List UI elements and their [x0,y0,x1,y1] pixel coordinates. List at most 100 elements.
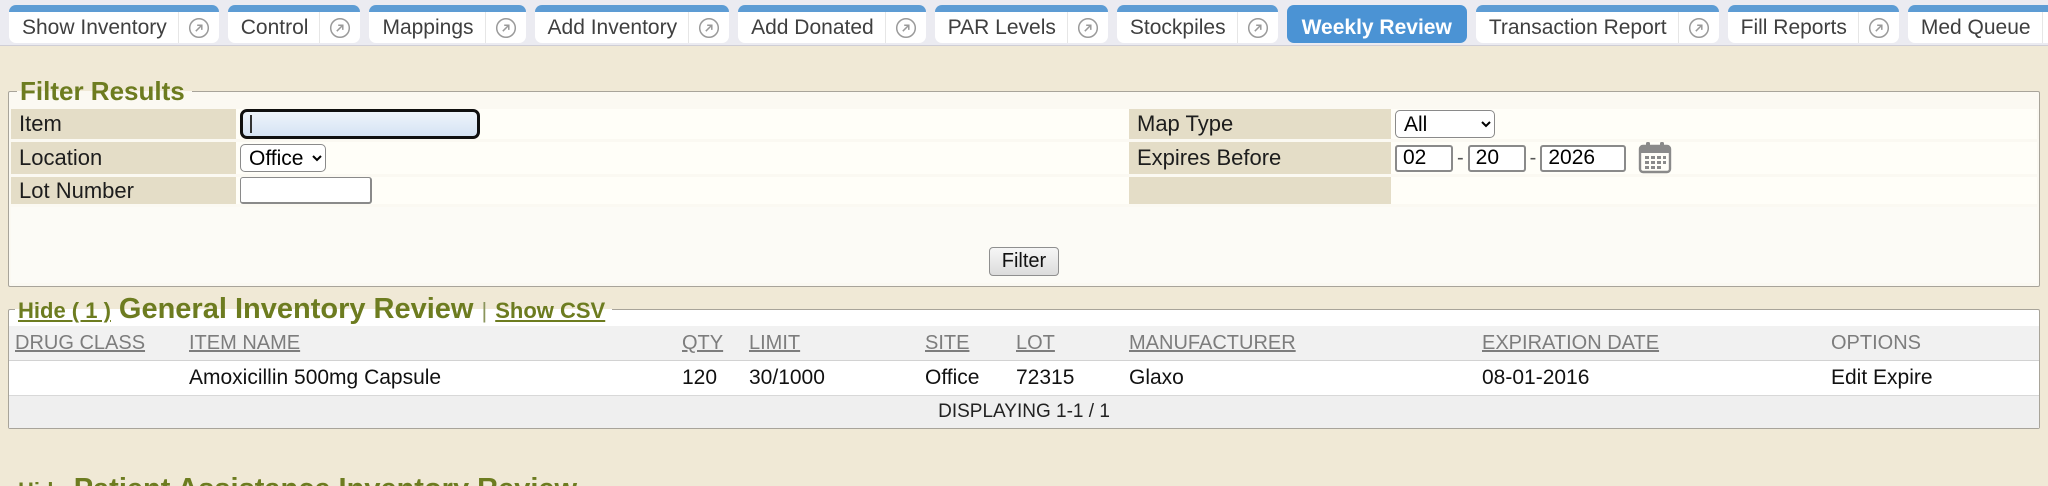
tab-top-bar [1117,5,1278,12]
general-review-title: General Inventory Review [119,293,474,326]
tab-add-inventory[interactable]: Add Inventory [535,5,730,43]
column-header-lot[interactable]: LOT [1016,332,1055,354]
filter-button[interactable]: Filter [989,247,1059,276]
external-link-icon[interactable] [885,12,926,43]
filter-row-item: Item Map Type All [11,109,2037,139]
external-link-icon[interactable] [178,12,219,43]
calendar-icon[interactable] [1638,142,1672,174]
expires-year-input[interactable] [1540,145,1626,172]
patient-hide-link[interactable]: Hide [18,478,66,486]
general-inventory-review-section: Hide ( 1 ) General Inventory Review | Sh… [8,293,2040,429]
external-link-icon[interactable] [688,12,729,43]
patient-review-legend: Hide Patient Assistance Inventory Review [15,473,584,486]
empty-field-cell [1391,177,2037,204]
tab-weekly-review[interactable]: Weekly Review [1287,5,1467,43]
tab-fill-reports[interactable]: Fill Reports [1728,5,1899,43]
text-cursor [250,115,252,133]
date-separator: - [1457,147,1464,170]
tab-label: Transaction Report [1476,12,1678,43]
item-label: Item [11,109,236,139]
filter-results-title: Filter Results [20,76,185,106]
tab-top-bar [9,5,219,12]
tab-top-bar [738,5,926,12]
row-cell-item-name: Amoxicillin 500mg Capsule [183,361,676,396]
external-link-icon[interactable] [319,12,360,43]
tab-mappings[interactable]: Mappings [369,5,525,43]
column-header-item-name[interactable]: ITEM NAME [189,332,300,354]
filter-results-section: Filter Results Item Map Type All Locatio… [8,76,2040,287]
column-header-qty[interactable]: QTY [682,332,723,354]
location-select[interactable]: Office [240,144,326,172]
row-cell-expiration-date: 08-01-2016 [1476,361,1825,396]
tab-top-bar [228,5,361,12]
tab-label: PAR Levels [935,12,1067,43]
tab-par-levels[interactable]: PAR Levels [935,5,1108,43]
tab-add-donated[interactable]: Add Donated [738,5,926,43]
map-type-select[interactable]: All [1395,110,1495,138]
map-type-label: Map Type [1129,109,1391,139]
row-cell-site: Office [919,361,1010,396]
table-footer: DISPLAYING 1-1 / 1 [9,396,2039,429]
tab-show-inventory[interactable]: Show Inventory [9,5,219,43]
patient-review-title: Patient Assistance Inventory Review [74,473,577,486]
column-header-options: OPTIONS [1831,332,1921,354]
expires-day-input[interactable] [1468,145,1526,172]
expires-month-input[interactable] [1395,145,1453,172]
tab-top-bar [1476,5,1719,12]
external-link-icon[interactable] [1237,12,1278,43]
external-link-icon[interactable] [1858,12,1899,43]
row-cell-manufacturer: Glaxo [1123,361,1476,396]
column-header-row: DRUG CLASS ITEM NAME QTY LIMIT SITE LOT MANUFA… [9,326,2039,361]
tab-label: Control [228,12,320,43]
external-link-icon[interactable] [485,12,526,43]
lot-number-input[interactable] [240,177,372,204]
external-link-icon[interactable] [1678,12,1719,43]
general-review-legend: Hide ( 1 ) General Inventory Review | Sh… [15,293,612,326]
row-options[interactable]: Edit Expire [1825,361,2039,396]
column-header-manufacturer[interactable]: MANUFACTURER [1129,332,1296,354]
legend-separator: | [482,298,488,324]
expires-before-label: Expires Before [1129,142,1391,174]
external-link-icon[interactable] [1067,12,1108,43]
tab-label: Mappings [369,12,484,43]
filter-button-row: Filter [11,207,2037,283]
row-cell-qty: 120 [676,361,743,396]
column-header-expiration-date[interactable]: EXPIRATION DATE [1482,332,1659,354]
tab-label: Med Queue [1908,12,2042,43]
table-row: Amoxicillin 500mg Capsule12030/1000Offic… [9,361,2039,396]
column-header-limit[interactable]: LIMIT [749,332,800,354]
general-hide-link[interactable]: Hide ( 1 ) [18,298,111,324]
tab-transaction-report[interactable]: Transaction Report [1476,5,1719,43]
lot-number-label: Lot Number [11,177,236,204]
tab-label: Fill Reports [1728,12,1858,43]
external-link-icon[interactable] [2042,12,2048,43]
tab-bar: Show Inventory Control Mappings Add Invento… [0,0,2048,46]
show-csv-link[interactable]: Show CSV [495,298,605,324]
tab-label: Add Inventory [535,12,689,43]
tab-top-bar [1287,5,1467,12]
row-cell-lot: 72315 [1010,361,1123,396]
tab-top-bar [369,5,525,12]
item-input[interactable] [240,109,480,139]
general-review-table-mount: DRUG CLASS ITEM NAME QTY LIMIT SITE LOT MANUFA… [9,326,2039,428]
tab-top-bar [1908,5,2048,12]
column-header-drug-class[interactable]: DRUG CLASS [15,332,145,354]
tab-top-bar [1728,5,1899,12]
empty-label-cell [1129,177,1391,204]
column-header-site[interactable]: SITE [925,332,969,354]
tab-stockpiles[interactable]: Stockpiles [1117,5,1278,43]
date-separator: - [1530,147,1537,170]
tab-top-bar [935,5,1108,12]
location-label: Location [11,142,236,174]
patient-assistance-review-section: Hide Patient Assistance Inventory Review… [8,473,2040,486]
filter-results-legend: Filter Results [17,76,192,107]
filter-row-lot: Lot Number [11,177,2037,204]
row-cell-limit: 30/1000 [743,361,919,396]
tab-label: Weekly Review [1287,12,1467,43]
tab-label: Stockpiles [1117,12,1237,43]
tab-top-bar [535,5,730,12]
tab-control[interactable]: Control [228,5,361,43]
filter-row-location: Location Office Expires Before - - [11,142,2037,174]
tab-med-queue[interactable]: Med Queue [1908,5,2048,43]
tab-label: Add Donated [738,12,885,43]
